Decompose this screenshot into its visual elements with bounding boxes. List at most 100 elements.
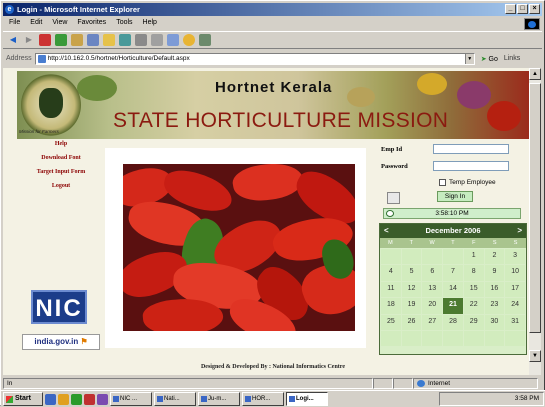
calendar-prev-button[interactable]: <	[384, 224, 389, 238]
calendar-day[interactable]: 21	[443, 298, 463, 314]
task-hor[interactable]: HOR...	[242, 392, 284, 406]
favorites-icon[interactable]	[103, 34, 115, 46]
password-input[interactable]	[433, 161, 509, 171]
edit-icon[interactable]	[167, 34, 179, 46]
calendar-day[interactable]: 7	[443, 265, 463, 281]
page-content: Mission for Farmers Hortnet Kerala STATE…	[3, 68, 529, 375]
weekday: F	[472, 240, 476, 246]
maximize-button[interactable]: □	[517, 4, 528, 14]
chevron-down-icon[interactable]: ▼	[464, 53, 474, 64]
calendar-day[interactable]: 14	[443, 281, 463, 298]
address-input[interactable]: http://10.162.0.5/hortnet/Horticulture/D…	[34, 52, 475, 65]
stop-icon[interactable]	[39, 34, 51, 46]
calendar-day[interactable]: 26	[401, 314, 422, 330]
weekday: W	[429, 240, 435, 246]
calendar-day[interactable]: 4	[381, 265, 401, 281]
nav-download-font[interactable]: Download Font	[17, 155, 105, 161]
windows-logo-icon	[524, 18, 540, 30]
refresh-icon[interactable]	[55, 34, 67, 46]
calendar-empty-cell	[422, 249, 443, 265]
start-button[interactable]: Start	[3, 392, 43, 406]
calendar-day[interactable]: 6	[422, 265, 443, 281]
media-icon[interactable]	[84, 393, 95, 405]
status-cell	[393, 377, 413, 389]
calendar-day[interactable]: 1	[463, 249, 484, 265]
print-icon[interactable]	[151, 34, 163, 46]
mail-icon[interactable]	[135, 34, 147, 46]
calendar-day[interactable]: 5	[401, 265, 422, 281]
menu-file[interactable]: File	[9, 17, 20, 29]
messenger-icon[interactable]	[183, 34, 195, 46]
calendar-day[interactable]: 15	[463, 281, 484, 298]
minimize-button[interactable]: _	[505, 4, 516, 14]
task-ju[interactable]: Ju-m...	[198, 392, 240, 406]
menu-edit[interactable]: Edit	[30, 17, 42, 29]
home-icon[interactable]	[71, 34, 83, 46]
calendar-next-button[interactable]: >	[517, 224, 522, 238]
calendar-day[interactable]: 8	[463, 265, 484, 281]
close-button[interactable]: ×	[529, 4, 540, 14]
scroll-thumb[interactable]	[529, 83, 541, 333]
calendar-day[interactable]: 22	[463, 298, 484, 314]
calendar-day[interactable]: 29	[463, 314, 484, 330]
task-nic[interactable]: NIC ...	[110, 392, 152, 406]
forward-icon[interactable]: ▶	[23, 34, 35, 46]
calendar-day[interactable]: 18	[381, 298, 401, 314]
calendar-day[interactable]: 28	[443, 314, 463, 330]
calendar-day[interactable]: 31	[505, 314, 525, 330]
sign-in-button[interactable]: Sign In	[437, 191, 473, 202]
calendar-empty-cell	[505, 330, 525, 347]
menu-favorites[interactable]: Favorites	[77, 17, 106, 29]
task-nati[interactable]: Nati...	[154, 392, 196, 406]
calendar-day[interactable]: 17	[505, 281, 525, 298]
calendar-day[interactable]: 16	[484, 281, 505, 298]
calendar-empty-cell	[422, 330, 443, 347]
task-login[interactable]: Logi...	[286, 392, 328, 406]
back-icon[interactable]: ◀	[7, 34, 19, 46]
nav-help[interactable]: Help	[17, 141, 105, 147]
browser-window: e Login - Microsoft Internet Explorer _ …	[0, 0, 545, 407]
menu-view[interactable]: View	[52, 17, 67, 29]
calendar-day[interactable]: 11	[381, 281, 401, 298]
links-button[interactable]: Links	[504, 55, 520, 62]
vertical-scrollbar[interactable]: ▲ ▼	[529, 68, 541, 375]
calendar-day[interactable]: 3	[505, 249, 525, 265]
calendar-day[interactable]: 20	[422, 298, 443, 314]
research-icon[interactable]	[199, 34, 211, 46]
nic-logo[interactable]: NIC	[31, 290, 87, 324]
scroll-down-icon[interactable]: ▼	[529, 350, 541, 362]
scroll-up-icon[interactable]: ▲	[529, 68, 541, 80]
menu-bar: File Edit View Favorites Tools Help	[3, 17, 542, 29]
calendar-day[interactable]: 10	[505, 265, 525, 281]
menu-help[interactable]: Help	[143, 17, 157, 29]
desktop-icon[interactable]	[45, 393, 56, 405]
calendar-day[interactable]: 13	[422, 281, 443, 298]
menu-tools[interactable]: Tools	[116, 17, 132, 29]
outlook-icon[interactable]	[71, 393, 82, 405]
go-button[interactable]: ➤ Go	[478, 55, 501, 63]
page-icon	[37, 54, 46, 63]
globe-icon	[417, 379, 425, 387]
calendar-day[interactable]: 30	[484, 314, 505, 330]
calendar-day[interactable]: 2	[484, 249, 505, 265]
nav-target-input-form[interactable]: Target Input Form	[17, 169, 105, 175]
calendar-day[interactable]: 25	[381, 314, 401, 330]
emp-id-label: Emp Id	[381, 146, 403, 153]
firefox-icon[interactable]	[58, 393, 69, 405]
calendar-day[interactable]: 27	[422, 314, 443, 330]
calendar-day[interactable]: 12	[401, 281, 422, 298]
address-label: Address	[6, 55, 32, 62]
nav-logout[interactable]: Logout	[17, 183, 105, 189]
calendar-day[interactable]: 23	[484, 298, 505, 314]
calendar-day[interactable]: 24	[505, 298, 525, 314]
app-icon[interactable]	[97, 393, 108, 405]
search-icon[interactable]	[87, 34, 99, 46]
tray-clock: 3:58 PM	[514, 395, 539, 402]
calendar-day[interactable]: 9	[484, 265, 505, 281]
calendar-empty-cell	[381, 249, 401, 265]
history-icon[interactable]	[119, 34, 131, 46]
temp-employee-checkbox[interactable]	[439, 179, 446, 186]
emp-id-input[interactable]	[433, 144, 509, 154]
calendar-day[interactable]: 19	[401, 298, 422, 314]
india-gov-logo[interactable]: india.gov.in ⚑	[22, 334, 100, 350]
